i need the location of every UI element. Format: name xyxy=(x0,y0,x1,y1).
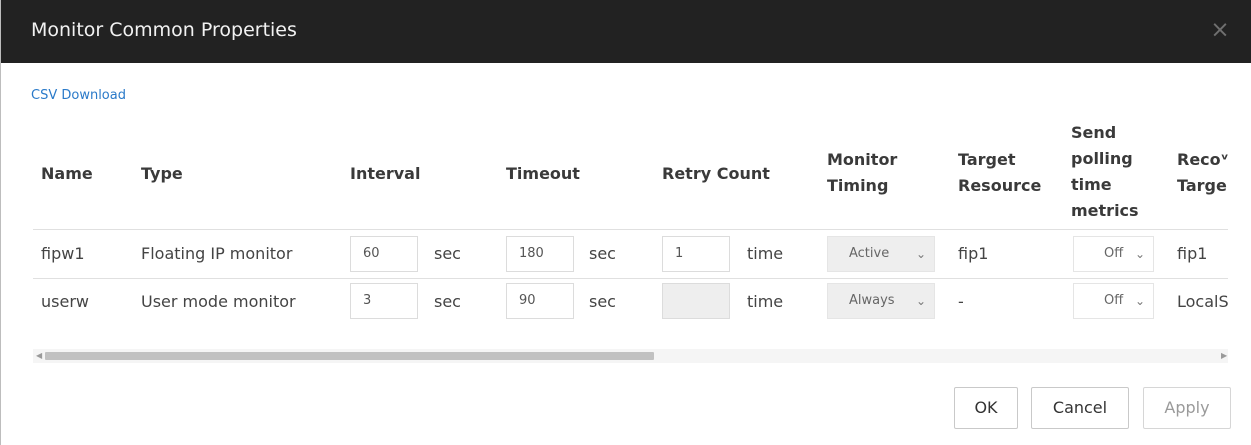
row-userw-recovery-target: LocalS xyxy=(1177,292,1229,311)
header-timeout: Timeout xyxy=(506,164,580,183)
header-type: Type xyxy=(141,164,183,183)
header-target-resource-line2: Resource xyxy=(958,176,1042,195)
header-retry-count: Retry Count xyxy=(662,164,770,183)
row-userw-retry-unit: time xyxy=(747,292,784,311)
row-userw-retry-input xyxy=(662,283,730,319)
header-monitor-timing-line2: Timing xyxy=(827,176,889,195)
row-divider xyxy=(33,278,1228,279)
row-userw-monitor-timing-value: Always xyxy=(849,293,895,308)
row-fipw1-type: Floating IP monitor xyxy=(141,244,293,263)
row-userw-target-resource: - xyxy=(958,292,964,311)
header-interval: Interval xyxy=(350,164,421,183)
ok-button[interactable]: OK xyxy=(954,387,1018,429)
row-fipw1-timeout-input[interactable]: 180 xyxy=(506,236,574,272)
row-userw-interval-input[interactable]: 3 xyxy=(350,283,418,319)
row-fipw1-send-polling-select[interactable]: Off ⌄ xyxy=(1073,236,1154,272)
row-userw-send-polling-value: Off xyxy=(1104,293,1124,308)
row-userw-name-link[interactable]: userw xyxy=(41,290,89,314)
row-fipw1-target-resource-link[interactable]: fip1 xyxy=(958,242,988,266)
header-send-polling-line3: time xyxy=(1071,175,1112,194)
header-send-polling-line1: Send xyxy=(1071,123,1117,142)
row-fipw1-retry-input[interactable]: 1 xyxy=(662,236,730,272)
row-userw-monitor-timing-select[interactable]: Always ⌄ xyxy=(827,283,935,319)
row-userw-timeout-input[interactable]: 90 xyxy=(506,283,574,319)
row-fipw1-monitor-timing-select[interactable]: Active ⌄ xyxy=(827,236,935,272)
header-recovery-target-line1: Recoᵛ xyxy=(1177,150,1229,169)
title-bar: Monitor Common Properties × xyxy=(1,0,1251,63)
cancel-button[interactable]: Cancel xyxy=(1031,387,1129,429)
row-userw-type: User mode monitor xyxy=(141,292,296,311)
chevron-down-icon: ⌄ xyxy=(915,247,926,261)
chevron-down-icon: ⌄ xyxy=(1134,294,1145,308)
header-name: Name xyxy=(41,164,93,183)
chevron-down-icon: ⌄ xyxy=(1134,247,1145,261)
row-fipw1-send-polling-value: Off xyxy=(1104,246,1124,261)
header-send-polling-line4: metrics xyxy=(1071,201,1139,220)
scroll-right-arrow-icon[interactable]: ▶ xyxy=(1221,350,1227,362)
row-userw-interval-unit: sec xyxy=(434,292,461,311)
scroll-left-arrow-icon[interactable]: ◀ xyxy=(36,350,42,362)
horizontal-scrollbar-thumb[interactable] xyxy=(45,352,654,360)
chevron-down-icon: ⌄ xyxy=(915,294,926,308)
monitor-common-properties-dialog: Monitor Common Properties × CSV Download… xyxy=(0,0,1251,445)
row-userw-send-polling-select[interactable]: Off ⌄ xyxy=(1073,283,1154,319)
row-fipw1-timeout-unit: sec xyxy=(589,244,616,263)
row-fipw1-retry-unit: time xyxy=(747,244,784,263)
apply-button: Apply xyxy=(1143,387,1231,429)
header-send-polling-line2: polling xyxy=(1071,149,1133,168)
row-fipw1-interval-unit: sec xyxy=(434,244,461,263)
row-fipw1-recovery-target-link[interactable]: fip1 xyxy=(1177,242,1207,266)
close-icon[interactable]: × xyxy=(1208,18,1232,42)
header-target-resource-line1: Target xyxy=(958,150,1016,169)
row-fipw1-name-link[interactable]: fipw1 xyxy=(41,242,85,266)
header-recovery-target-line2: Targe xyxy=(1177,176,1227,195)
row-userw-timeout-unit: sec xyxy=(589,292,616,311)
row-fipw1-monitor-timing-value: Active xyxy=(849,246,890,261)
header-divider xyxy=(33,229,1228,230)
csv-download-link[interactable]: CSV Download xyxy=(31,88,126,103)
dialog-title: Monitor Common Properties xyxy=(31,19,297,41)
header-monitor-timing-line1: Monitor xyxy=(827,150,898,169)
row-fipw1-interval-input[interactable]: 60 xyxy=(350,236,418,272)
